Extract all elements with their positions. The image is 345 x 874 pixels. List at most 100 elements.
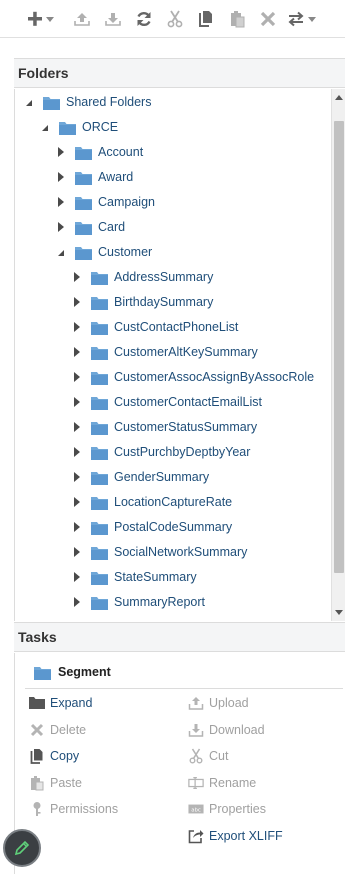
tasks-divider <box>25 688 343 689</box>
scroll-up-arrow-icon[interactable] <box>335 95 343 100</box>
tree-node[interactable]: CustContactPhoneList <box>73 316 238 338</box>
tree-node[interactable]: CustPurchbyDeptbyYear <box>73 441 250 463</box>
tree-node-label[interactable]: CustomerStatusSummary <box>114 420 257 434</box>
tree-node[interactable]: Award <box>57 166 133 188</box>
tree-node[interactable]: AddressSummary <box>73 266 213 288</box>
scroll-thumb[interactable] <box>334 121 344 573</box>
tree-node-label[interactable]: Card <box>98 220 125 234</box>
task-paste[interactable]: Paste <box>29 774 82 792</box>
cut-button[interactable] <box>159 7 190 31</box>
expand-triangle-icon[interactable] <box>73 397 81 407</box>
expand-triangle-icon[interactable] <box>73 572 81 582</box>
task-label: Copy <box>50 749 80 763</box>
paste-icon <box>230 10 244 27</box>
tree-node[interactable]: Card <box>57 216 125 238</box>
tree-node-label[interactable]: CustPurchbyDeptbyYear <box>114 445 250 459</box>
copy-button[interactable] <box>190 7 221 31</box>
tree-node[interactable]: SummaryReport <box>73 591 205 613</box>
tree-node-label[interactable]: Campaign <box>98 195 155 209</box>
download-button[interactable] <box>97 7 128 31</box>
delete-button[interactable] <box>252 7 283 31</box>
scissors-icon <box>167 10 182 27</box>
tree-node[interactable]: CustomerAssocAssignByAssocRole <box>73 366 314 388</box>
task-properties[interactable]: abc Properties <box>188 800 266 818</box>
expand-triangle-icon[interactable] <box>73 522 81 532</box>
copy-icon <box>198 10 212 27</box>
upload-button[interactable] <box>66 7 97 31</box>
tree-node-label[interactable]: Shared Folders <box>66 95 151 109</box>
tree-node-label[interactable]: PostalCodeSummary <box>114 520 232 534</box>
tree-node-label[interactable]: AddressSummary <box>114 270 213 284</box>
tree-node[interactable]: GenderSummary <box>73 466 209 488</box>
tree-node-label[interactable]: GenderSummary <box>114 470 209 484</box>
expand-triangle-icon[interactable] <box>57 172 65 182</box>
task-export-xliff[interactable]: Export XLIFF <box>188 827 283 845</box>
tree-node[interactable]: ORCE <box>41 116 118 138</box>
tree-node[interactable]: LocationCaptureRate <box>73 491 232 513</box>
tree-node-label[interactable]: SocialNetworkSummary <box>114 545 247 559</box>
new-menu-button[interactable] <box>22 7 60 31</box>
tasks-body: Segment Expand Delete Copy Paste Permissions… <box>14 653 345 874</box>
task-delete[interactable]: Delete <box>29 721 86 739</box>
expand-triangle-icon[interactable] <box>73 272 81 282</box>
expand-triangle-icon[interactable] <box>73 547 81 557</box>
refresh-button[interactable] <box>128 7 159 31</box>
expand-triangle-icon[interactable] <box>73 322 81 332</box>
expand-triangle-icon[interactable] <box>73 497 81 507</box>
tree-node-label[interactable]: CustContactPhoneList <box>114 320 238 334</box>
task-download[interactable]: Download <box>188 721 265 739</box>
x-icon <box>260 11 275 26</box>
scroll-down-arrow-icon[interactable] <box>335 610 343 615</box>
export-icon <box>188 828 204 844</box>
task-rename[interactable]: Rename <box>188 774 256 792</box>
tree-node[interactable]: CustomerStatusSummary <box>73 416 257 438</box>
tree-node-label[interactable]: Account <box>98 145 143 159</box>
expand-triangle-icon[interactable] <box>57 147 65 157</box>
folder-icon <box>91 471 108 485</box>
tree-node-label[interactable]: Award <box>98 170 133 184</box>
expand-triangle-icon[interactable] <box>73 472 81 482</box>
collapse-triangle-icon[interactable] <box>25 97 33 107</box>
tree-node-label[interactable]: ORCE <box>82 120 118 134</box>
edit-fab-button[interactable] <box>3 829 41 867</box>
expand-triangle-icon[interactable] <box>73 372 81 382</box>
tree-node[interactable]: Customer <box>57 241 152 263</box>
expand-triangle-icon[interactable] <box>57 222 65 232</box>
task-cut[interactable]: Cut <box>188 747 228 765</box>
tree-node[interactable]: Account <box>57 141 143 163</box>
tree-scrollbar[interactable] <box>331 89 345 621</box>
tree-node-label[interactable]: Customer <box>98 245 152 259</box>
task-label: Export XLIFF <box>209 828 283 843</box>
expand-triangle-icon[interactable] <box>73 297 81 307</box>
tree-node-label[interactable]: CustomerAltKeySummary <box>114 345 258 359</box>
collapse-triangle-icon[interactable] <box>41 122 49 132</box>
tree-node[interactable]: PostalCodeSummary <box>73 516 232 538</box>
task-copy[interactable]: Copy <box>29 747 79 765</box>
tree-node[interactable]: StateSummary <box>73 566 197 588</box>
expand-triangle-icon[interactable] <box>73 597 81 607</box>
expand-triangle-icon[interactable] <box>73 447 81 457</box>
tree-node-label[interactable]: CustomerContactEmailList <box>114 395 262 409</box>
paste-button[interactable] <box>221 7 252 31</box>
tree-node[interactable]: BirthdaySummary <box>73 291 213 313</box>
tree-node[interactable]: CustomerAltKeySummary <box>73 341 258 363</box>
tree-node-label[interactable]: StateSummary <box>114 570 197 584</box>
folder-icon <box>91 496 108 510</box>
task-expand[interactable]: Expand <box>29 694 92 712</box>
folder-icon <box>91 421 108 435</box>
expand-triangle-icon[interactable] <box>57 197 65 207</box>
expand-triangle-icon[interactable] <box>73 347 81 357</box>
tree-node-label[interactable]: LocationCaptureRate <box>114 495 232 509</box>
tree-node[interactable]: Campaign <box>57 191 155 213</box>
tree-node[interactable]: Shared Folders <box>25 91 151 113</box>
task-permissions[interactable]: Permissions <box>29 800 118 818</box>
move-menu-button[interactable] <box>283 7 321 31</box>
tree-node-label[interactable]: CustomerAssocAssignByAssocRole <box>114 370 314 384</box>
tree-node[interactable]: CustomerContactEmailList <box>73 391 262 413</box>
tree-node-label[interactable]: BirthdaySummary <box>114 295 213 309</box>
collapse-triangle-icon[interactable] <box>57 247 65 257</box>
tree-node-label[interactable]: SummaryReport <box>114 595 205 609</box>
task-upload[interactable]: Upload <box>188 694 249 712</box>
tree-node[interactable]: SocialNetworkSummary <box>73 541 247 563</box>
expand-triangle-icon[interactable] <box>73 422 81 432</box>
